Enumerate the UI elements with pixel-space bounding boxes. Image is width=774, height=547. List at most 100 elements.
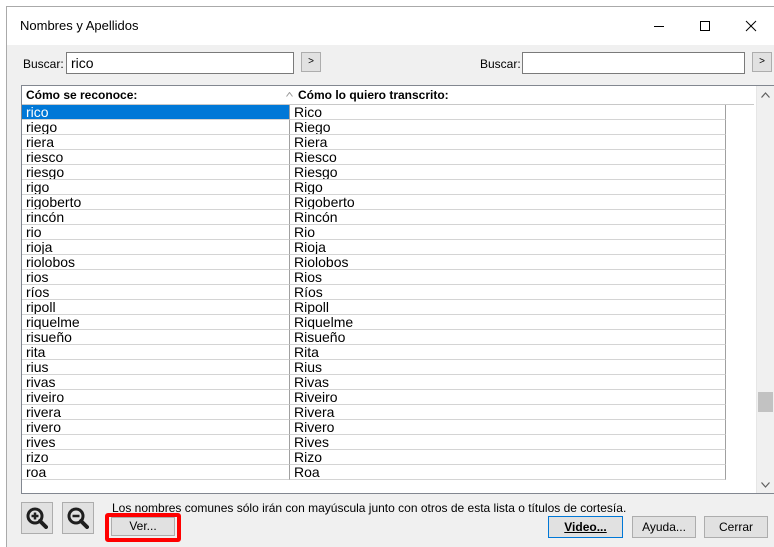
- title-bar[interactable]: Nombres y Apellidos: [7, 7, 774, 45]
- cell-transcribed[interactable]: Rizo: [290, 450, 726, 465]
- names-table[interactable]: Cómo se reconoce: Cómo lo quiero transcr…: [21, 85, 774, 494]
- table-row[interactable]: rives Rives: [22, 435, 754, 450]
- cell-transcribed[interactable]: Rivera: [290, 405, 726, 420]
- table-row[interactable]: rivas Rivas: [22, 375, 754, 390]
- table-row[interactable]: rioja Rioja: [22, 240, 754, 255]
- close-button[interactable]: [728, 7, 774, 45]
- cell-recognized[interactable]: rius: [22, 360, 290, 375]
- scrollbar-thumb[interactable]: [758, 392, 773, 412]
- cell-transcribed[interactable]: Roa: [290, 465, 726, 480]
- cell-transcribed[interactable]: Rico: [290, 105, 726, 120]
- cell-transcribed[interactable]: Ripoll: [290, 300, 726, 315]
- cell-transcribed[interactable]: Rius: [290, 360, 726, 375]
- cell-recognized[interactable]: rioja: [22, 240, 290, 255]
- cell-recognized[interactable]: riolobos: [22, 255, 290, 270]
- cell-recognized[interactable]: rivera: [22, 405, 290, 420]
- table-row[interactable]: rius Rius: [22, 360, 754, 375]
- minimize-icon: [654, 26, 664, 27]
- cell-transcribed[interactable]: Riego: [290, 120, 726, 135]
- column-header-recognized[interactable]: Cómo se reconoce:: [22, 86, 290, 104]
- cell-recognized[interactable]: riquelme: [22, 315, 290, 330]
- cell-recognized[interactable]: riesco: [22, 150, 290, 165]
- cell-recognized[interactable]: rivero: [22, 420, 290, 435]
- cell-transcribed[interactable]: Riesco: [290, 150, 726, 165]
- cerrar-button[interactable]: Cerrar: [704, 516, 768, 538]
- cell-recognized[interactable]: roa: [22, 465, 290, 480]
- table-row[interactable]: rio Rio: [22, 225, 754, 240]
- cell-transcribed[interactable]: Rioja: [290, 240, 726, 255]
- table-row[interactable]: rivera Rivera: [22, 405, 754, 420]
- cell-transcribed[interactable]: Ríos: [290, 285, 726, 300]
- cell-recognized[interactable]: riera: [22, 135, 290, 150]
- cell-transcribed[interactable]: Rives: [290, 435, 726, 450]
- cell-recognized[interactable]: rio: [22, 225, 290, 240]
- vertical-scrollbar[interactable]: [756, 86, 774, 493]
- table-row[interactable]: ripoll Ripoll: [22, 300, 754, 315]
- table-row[interactable]: riveiro Riveiro: [22, 390, 754, 405]
- table-row[interactable]: riquelme Riquelme: [22, 315, 754, 330]
- search-right-button[interactable]: >: [752, 52, 772, 72]
- cell-recognized[interactable]: riveiro: [22, 390, 290, 405]
- cell-transcribed[interactable]: Risueño: [290, 330, 726, 345]
- cell-recognized[interactable]: rios: [22, 270, 290, 285]
- scroll-up-icon[interactable]: [761, 92, 770, 98]
- cell-recognized[interactable]: rives: [22, 435, 290, 450]
- maximize-button[interactable]: [682, 7, 728, 45]
- search-left-label: Buscar:: [23, 57, 64, 71]
- cell-transcribed[interactable]: Rivas: [290, 375, 726, 390]
- table-row[interactable]: rincón Rincón: [22, 210, 754, 225]
- table-row[interactable]: rita Rita: [22, 345, 754, 360]
- cell-recognized[interactable]: rizo: [22, 450, 290, 465]
- cell-transcribed[interactable]: Riquelme: [290, 315, 726, 330]
- table-row[interactable]: riesgo Riesgo: [22, 165, 754, 180]
- cell-recognized[interactable]: ripoll: [22, 300, 290, 315]
- cell-recognized[interactable]: rigo: [22, 180, 290, 195]
- table-row[interactable]: rico Rico: [22, 105, 754, 120]
- cell-recognized[interactable]: riego: [22, 120, 290, 135]
- cell-recognized[interactable]: rincón: [22, 210, 290, 225]
- cell-transcribed[interactable]: Rigoberto: [290, 195, 726, 210]
- cell-transcribed[interactable]: Riesgo: [290, 165, 726, 180]
- table-row[interactable]: rios Rios: [22, 270, 754, 285]
- cell-transcribed[interactable]: Riera: [290, 135, 726, 150]
- search-left-button[interactable]: >: [301, 52, 321, 72]
- table-row[interactable]: riesco Riesco: [22, 150, 754, 165]
- search-right-input[interactable]: [522, 52, 745, 74]
- cell-transcribed[interactable]: Rigo: [290, 180, 726, 195]
- ayuda-button[interactable]: Ayuda...: [632, 516, 696, 538]
- minimize-button[interactable]: [636, 7, 682, 45]
- cell-transcribed[interactable]: Rincón: [290, 210, 726, 225]
- table-row[interactable]: rizo Rizo: [22, 450, 754, 465]
- cell-recognized[interactable]: rigoberto: [22, 195, 290, 210]
- table-row[interactable]: rivero Rivero: [22, 420, 754, 435]
- cell-recognized[interactable]: rita: [22, 345, 290, 360]
- table-row[interactable]: ríos Ríos: [22, 285, 754, 300]
- cell-recognized[interactable]: risueño: [22, 330, 290, 345]
- table-row[interactable]: roa Roa: [22, 465, 754, 480]
- zoom-out-icon: [67, 507, 89, 529]
- cell-transcribed[interactable]: Rio: [290, 225, 726, 240]
- cell-transcribed[interactable]: Rita: [290, 345, 726, 360]
- cell-transcribed[interactable]: Rivero: [290, 420, 726, 435]
- column-header-transcribed[interactable]: Cómo lo quiero transcrito:: [294, 86, 724, 104]
- capitalization-note: Los nombres comunes sólo irán con mayúsc…: [112, 501, 627, 515]
- zoom-out-button[interactable]: [62, 502, 94, 534]
- cell-recognized[interactable]: rivas: [22, 375, 290, 390]
- video-button[interactable]: Video...: [548, 516, 623, 538]
- cell-transcribed[interactable]: Riolobos: [290, 255, 726, 270]
- table-row[interactable]: rigo Rigo: [22, 180, 754, 195]
- cell-transcribed[interactable]: Rios: [290, 270, 726, 285]
- cell-recognized[interactable]: ríos: [22, 285, 290, 300]
- cell-transcribed[interactable]: Riveiro: [290, 390, 726, 405]
- table-row[interactable]: risueño Risueño: [22, 330, 754, 345]
- highlight-box: [105, 513, 181, 542]
- scroll-down-icon[interactable]: [761, 482, 770, 488]
- cell-recognized[interactable]: riesgo: [22, 165, 290, 180]
- search-left-input[interactable]: rico: [66, 52, 294, 74]
- cell-recognized[interactable]: rico: [22, 105, 290, 120]
- table-row[interactable]: riolobos Riolobos: [22, 255, 754, 270]
- table-row[interactable]: rigoberto Rigoberto: [22, 195, 754, 210]
- table-row[interactable]: riego Riego: [22, 120, 754, 135]
- zoom-in-button[interactable]: [21, 502, 53, 534]
- table-row[interactable]: riera Riera: [22, 135, 754, 150]
